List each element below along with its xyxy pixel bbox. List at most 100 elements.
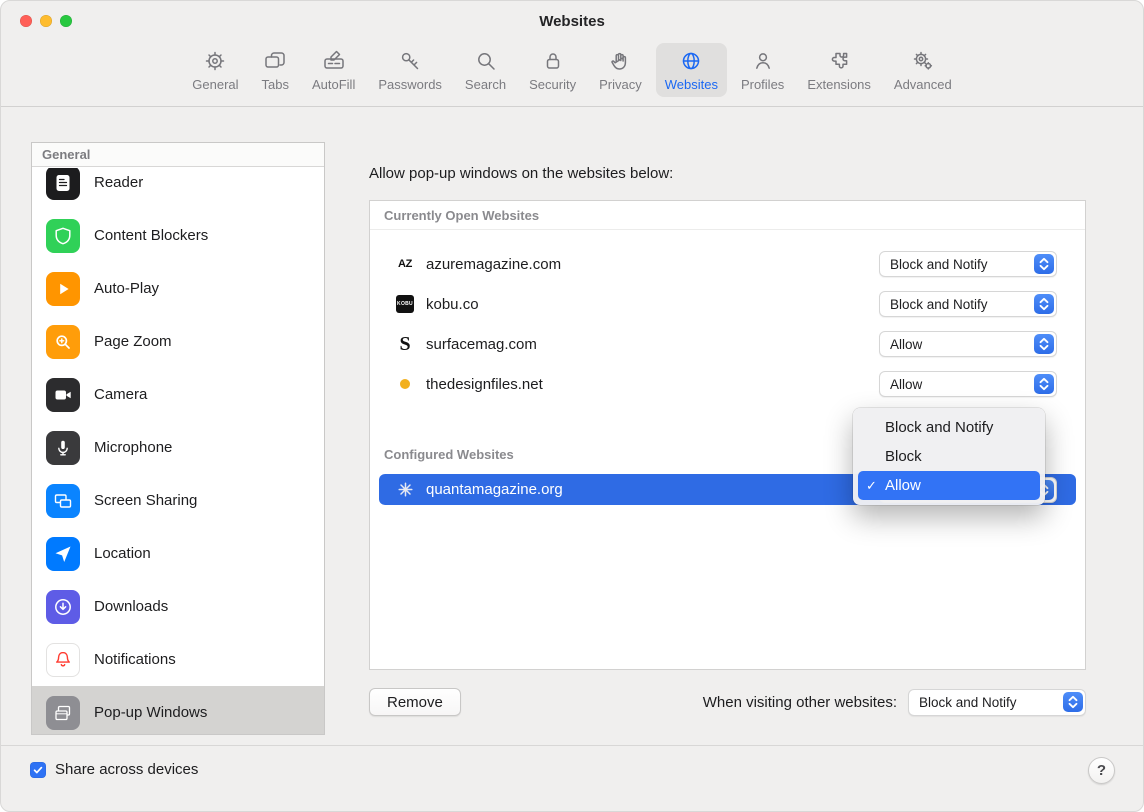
popup-setting-select[interactable]: Allow (879, 331, 1057, 357)
tab-privacy[interactable]: Privacy (590, 43, 651, 97)
camera-icon (46, 378, 80, 412)
tab-tabs[interactable]: Tabs (253, 43, 298, 97)
gear-icon (203, 47, 227, 75)
share-checkbox-label: Share across devices (55, 761, 198, 778)
stepper-icon (1063, 692, 1083, 712)
starburst-favicon (398, 482, 413, 497)
site-favicon: KOBU (394, 295, 416, 313)
location-icon (46, 537, 80, 571)
tab-security[interactable]: Security (520, 43, 585, 97)
screen-sharing-icon (46, 484, 80, 518)
tab-search[interactable]: Search (456, 43, 515, 97)
site-favicon: AZ (394, 258, 416, 270)
close-window-button[interactable] (20, 15, 32, 27)
shield-icon (46, 219, 80, 253)
site-name: azuremagazine.com (426, 256, 879, 273)
tab-profiles[interactable]: Profiles (732, 43, 793, 97)
bell-icon (46, 643, 80, 677)
sidebar-item-downloads[interactable]: Downloads (32, 580, 324, 633)
sidebar-item-page-zoom[interactable]: Page Zoom (32, 315, 324, 368)
microphone-icon (46, 431, 80, 465)
remove-button[interactable]: Remove (369, 688, 461, 716)
site-name: surfacemag.com (426, 336, 879, 353)
tab-label: Security (529, 77, 576, 92)
sidebar-item-popup-windows[interactable]: Pop-up Windows (32, 686, 324, 734)
tab-general[interactable]: General (183, 43, 247, 97)
popup-setting-select[interactable]: Block and Notify (879, 291, 1057, 317)
sidebar-item-microphone[interactable]: Microphone (32, 421, 324, 474)
titlebar: Websites (1, 1, 1143, 41)
configured-websites-header: Configured Websites (384, 447, 514, 462)
sidebar-item-label: Content Blockers (94, 227, 208, 244)
when-visiting-label: When visiting other websites: (703, 694, 897, 711)
sidebar-item-label: Reader (94, 174, 143, 191)
tab-label: General (192, 77, 238, 92)
tab-label: Websites (665, 77, 718, 92)
autofill-icon (322, 47, 346, 75)
sidebar-item-notifications[interactable]: Notifications (32, 633, 324, 686)
tab-passwords[interactable]: Passwords (369, 43, 451, 97)
tab-label: Extensions (807, 77, 871, 92)
minimize-window-button[interactable] (40, 15, 52, 27)
globe-icon (679, 47, 703, 75)
sidebar-item-screen-sharing[interactable]: Screen Sharing (32, 474, 324, 527)
share-checkbox[interactable] (30, 762, 46, 778)
sidebar-list: Reader Content Blockers Auto-Play (32, 168, 324, 734)
site-row-kobu: KOBU kobu.co Block and Notify (370, 284, 1085, 324)
lock-icon (541, 47, 565, 75)
sidebar-item-label: Downloads (94, 598, 168, 615)
stepper-icon (1034, 374, 1054, 394)
sidebar-item-location[interactable]: Location (32, 527, 324, 580)
site-favicon (394, 379, 416, 389)
popup-setting-select[interactable]: Block and Notify (879, 251, 1057, 277)
traffic-lights (20, 15, 72, 27)
menu-option-allow[interactable]: ✓ Allow (858, 471, 1040, 500)
site-favicon (394, 482, 416, 497)
menu-option-block-and-notify[interactable]: Block and Notify (858, 413, 1040, 442)
tab-websites[interactable]: Websites (656, 43, 727, 97)
hand-icon (608, 47, 632, 75)
zoom-icon (46, 325, 80, 359)
tab-label: Privacy (599, 77, 642, 92)
zoom-window-button[interactable] (60, 15, 72, 27)
downloads-icon (46, 590, 80, 624)
sidebar-item-auto-play[interactable]: Auto-Play (32, 262, 324, 315)
tab-label: Profiles (741, 77, 784, 92)
site-row-thedesignfiles: thedesignfiles.net Allow (370, 364, 1085, 404)
sidebar-item-label: Screen Sharing (94, 492, 197, 509)
site-row-azuremagazine: AZ azuremagazine.com Block and Notify (370, 244, 1085, 284)
puzzle-icon (827, 47, 851, 75)
other-websites-select[interactable]: Block and Notify (908, 689, 1086, 716)
other-websites-group: When visiting other websites: Block and … (703, 689, 1086, 716)
panel-bottom-bar: Remove When visiting other websites: Blo… (369, 688, 1086, 716)
tab-label: AutoFill (312, 77, 355, 92)
popup-setting-menu: Block and Notify Block ✓ Allow (853, 408, 1045, 505)
tab-extensions[interactable]: Extensions (798, 43, 880, 97)
sidebar-item-content-blockers[interactable]: Content Blockers (32, 209, 324, 262)
settings-toolbar: General Tabs AutoFill Passwords Search (1, 41, 1143, 107)
site-name: thedesignfiles.net (426, 376, 879, 393)
site-favicon: S (394, 334, 416, 354)
yellow-dot-favicon (400, 379, 410, 389)
sidebar-item-camera[interactable]: Camera (32, 368, 324, 421)
help-button[interactable]: ? (1088, 757, 1115, 784)
stepper-icon (1034, 334, 1054, 354)
sidebar-item-label: Location (94, 545, 151, 562)
site-name: kobu.co (426, 296, 879, 313)
sidebar-item-reader[interactable]: Reader (32, 168, 324, 209)
tab-label: Passwords (378, 77, 442, 92)
tab-label: Search (465, 77, 506, 92)
site-row-surfacemag: S surfacemag.com Allow (370, 324, 1085, 364)
magnifier-icon (474, 47, 498, 75)
current-websites-list: AZ azuremagazine.com Block and Notify KO… (370, 244, 1085, 404)
tab-autofill[interactable]: AutoFill (303, 43, 364, 97)
footer-divider (1, 745, 1143, 746)
checkmark-icon: ✓ (866, 478, 885, 494)
sidebar-item-label: Auto-Play (94, 280, 159, 297)
safari-settings-window: Websites General Tabs AutoFill Pass (0, 0, 1144, 812)
tab-advanced[interactable]: Advanced (885, 43, 961, 97)
menu-option-block[interactable]: Block (858, 442, 1040, 471)
key-icon (398, 47, 422, 75)
popup-setting-select[interactable]: Allow (879, 371, 1057, 397)
gears-icon (911, 47, 935, 75)
